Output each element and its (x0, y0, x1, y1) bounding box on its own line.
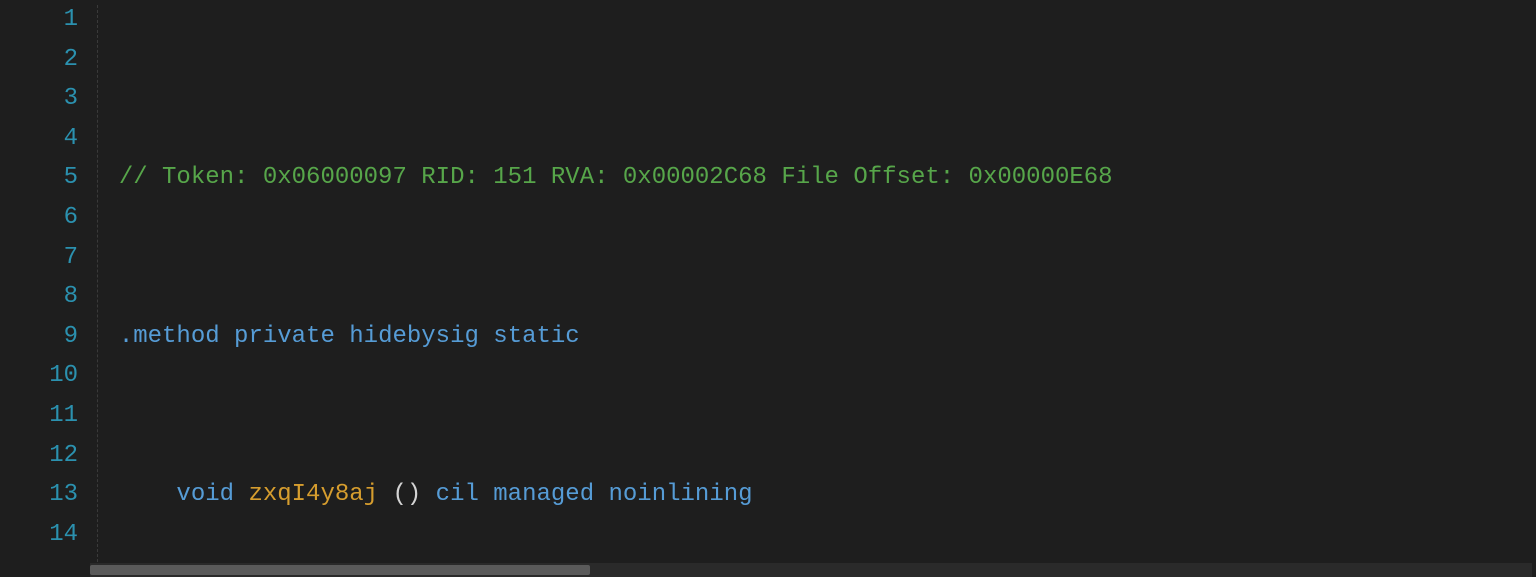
line-number: 5 (0, 158, 78, 198)
comment-text: // Token: 0x06000097 RID: 151 RVA: 0x000… (119, 164, 1113, 191)
code-line[interactable]: // Token: 0x06000097 RID: 151 RVA: 0x000… (90, 158, 1536, 198)
line-number: 14 (0, 515, 78, 555)
method-modifiers: private hidebysig static (220, 323, 580, 350)
line-number: 12 (0, 436, 78, 476)
line-number-gutter: 1 2 3 4 5 6 7 8 9 10 11 12 13 14 (0, 0, 90, 577)
line-number: 7 (0, 238, 78, 278)
return-type: void (176, 481, 234, 508)
horizontal-scrollbar-track[interactable] (90, 563, 1532, 577)
parentheses: () (378, 481, 436, 508)
line-number: 8 (0, 277, 78, 317)
line-number: 13 (0, 475, 78, 515)
code-line[interactable]: .method private hidebysig static (90, 317, 1536, 357)
method-flags: cil managed noinlining (436, 481, 753, 508)
code-editor[interactable]: 1 2 3 4 5 6 7 8 9 10 11 12 13 14 // Toke… (0, 0, 1536, 577)
line-number: 4 (0, 119, 78, 159)
line-number: 6 (0, 198, 78, 238)
method-name: zxqI4y8aj (248, 481, 378, 508)
code-line[interactable]: void zxqI4y8aj () cil managed noinlining (90, 475, 1536, 515)
code-area[interactable]: // Token: 0x06000097 RID: 151 RVA: 0x000… (90, 0, 1536, 577)
line-number: 2 (0, 40, 78, 80)
line-number: 11 (0, 396, 78, 436)
line-number: 10 (0, 356, 78, 396)
line-number: 9 (0, 317, 78, 357)
line-number: 3 (0, 79, 78, 119)
horizontal-scrollbar-thumb[interactable] (90, 565, 590, 575)
directive-method: .method (119, 323, 220, 350)
line-number: 1 (0, 0, 78, 40)
